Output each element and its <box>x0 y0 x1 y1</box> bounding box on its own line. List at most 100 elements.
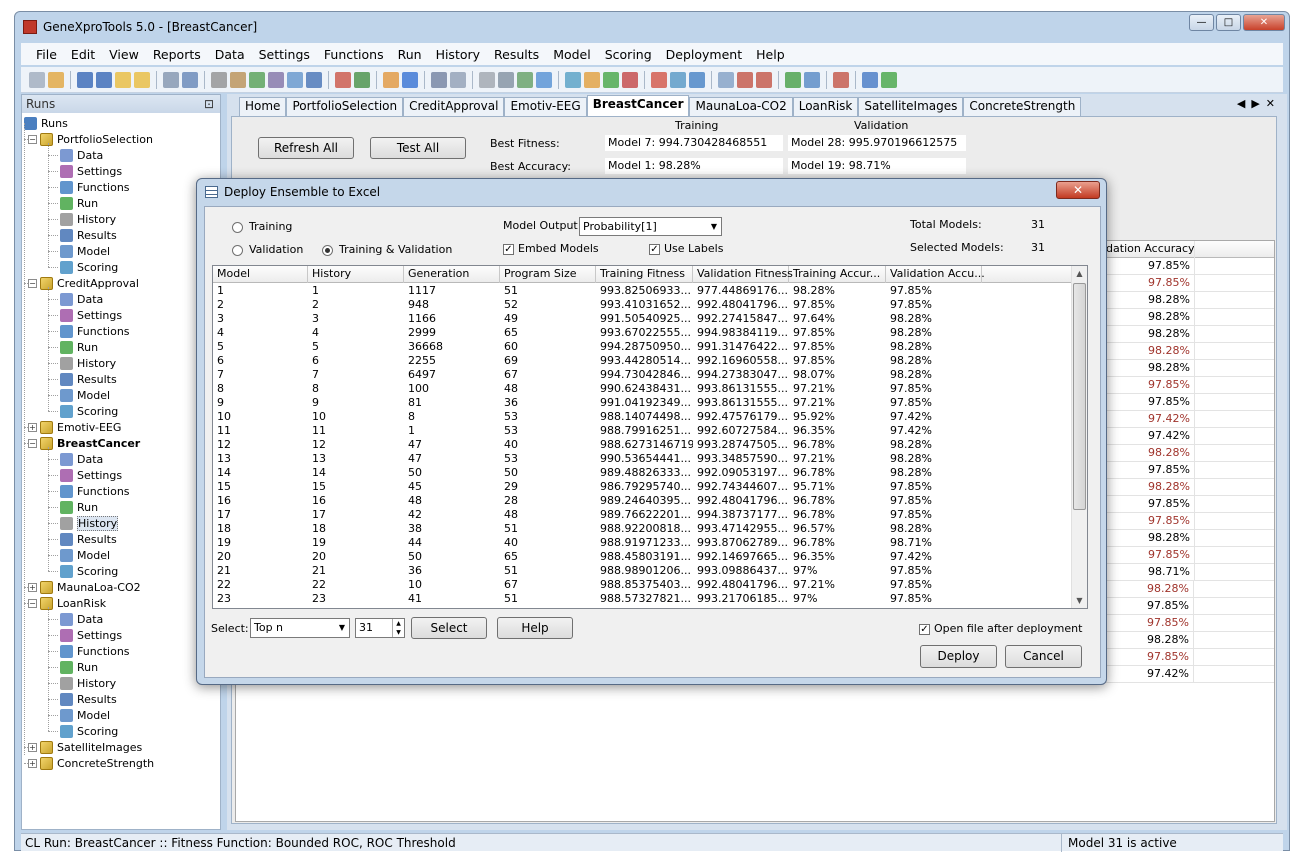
menu-item-functions[interactable]: Functions <box>317 47 391 62</box>
use-labels-checkbox[interactable]: ✓ Use Labels <box>649 242 723 255</box>
tree-item-portfolioselection-data[interactable]: Data <box>60 147 103 163</box>
toolbar-tool-icon[interactable] <box>211 71 227 88</box>
menu-item-help[interactable]: Help <box>749 47 792 62</box>
grid-column-header[interactable]: Generation <box>404 266 500 283</box>
tree-item-portfolioselection-history[interactable]: History <box>60 211 116 227</box>
toolbar-tool-icon[interactable] <box>182 71 198 88</box>
menu-item-deployment[interactable]: Deployment <box>659 47 749 62</box>
tree-item-creditapproval-functions[interactable]: Functions <box>60 323 130 339</box>
toolbar-tool-icon[interactable] <box>833 71 849 88</box>
pin-icon[interactable]: ⊡ <box>204 95 214 113</box>
grid-row[interactable]: 20 20 50 65 988.45803191... 992.14697665... 96… <box>213 550 1073 564</box>
grid-row[interactable]: 16 16 48 28 989.24640395... 992.48041796... 96… <box>213 494 1073 508</box>
close-button[interactable]: ✕ <box>1243 14 1285 31</box>
tab-emotiv-eeg[interactable]: Emotiv-EEG <box>504 97 587 116</box>
tree-item-breastcancer-results[interactable]: Results <box>60 531 117 547</box>
toolbar-tool-icon[interactable] <box>134 71 150 88</box>
toolbar-tool-icon[interactable] <box>565 71 581 88</box>
tree-item-breastcancer-settings[interactable]: Settings <box>60 467 122 483</box>
tree-item-loanrisk-model[interactable]: Model <box>60 707 110 723</box>
open-file-check-icon[interactable]: ✓ <box>919 623 930 635</box>
embed-models-checkbox[interactable]: ✓ Embed Models <box>503 242 599 255</box>
dialog-close-button[interactable]: ✕ <box>1056 181 1100 199</box>
grid-column-header[interactable]: Training Fitness <box>596 266 693 283</box>
tab-creditapproval[interactable]: CreditApproval <box>403 97 505 116</box>
toolbar-tool-icon[interactable] <box>536 71 552 88</box>
tree-item-breastcancer-data[interactable]: Data <box>60 451 103 467</box>
scroll-down-icon[interactable]: ▼ <box>1072 593 1087 608</box>
grid-row[interactable]: 9 9 81 36 991.04192349... 993.86131555... 97.2… <box>213 396 1073 410</box>
tree-item-creditapproval-model[interactable]: Model <box>60 387 110 403</box>
run-node-maunaloa-co2[interactable]: + MaunaLoa-CO2 <box>28 579 141 595</box>
tree-item-loanrisk-data[interactable]: Data <box>60 611 103 627</box>
tab-home[interactable]: Home <box>239 97 287 116</box>
model-output-dropdown[interactable]: Probability[1] ▼ <box>579 217 722 236</box>
tree-item-loanrisk-history[interactable]: History <box>60 675 116 691</box>
scroll-up-icon[interactable]: ▲ <box>1072 266 1087 281</box>
tree-item-breastcancer-run[interactable]: Run <box>60 499 98 515</box>
help-button[interactable]: Help <box>497 617 573 639</box>
tree-item-portfolioselection-settings[interactable]: Settings <box>60 163 122 179</box>
toolbar-tool-icon[interactable] <box>479 71 495 88</box>
toolbar-tool-icon[interactable] <box>96 71 112 88</box>
toolbar-tool-icon[interactable] <box>115 71 131 88</box>
tree-item-portfolioselection-run[interactable]: Run <box>60 195 98 211</box>
tab-concretestrength[interactable]: ConcreteStrength <box>963 97 1082 116</box>
tree-item-portfolioselection-model[interactable]: Model <box>60 243 110 259</box>
tab-navigation[interactable]: ◀▶✕ <box>1237 97 1281 110</box>
tree-item-loanrisk-results[interactable]: Results <box>60 691 117 707</box>
grid-row[interactable]: 21 21 36 51 988.98901206... 993.09886437... 97… <box>213 564 1073 578</box>
tree-item-portfolioselection-functions[interactable]: Functions <box>60 179 130 195</box>
tree-item-creditapproval-settings[interactable]: Settings <box>60 307 122 323</box>
grid-row[interactable]: 23 23 41 51 988.57327821... 993.21706185... 97… <box>213 592 1073 606</box>
grid-row[interactable]: 8 8 100 48 990.62438431... 993.86131555... 97.… <box>213 382 1073 396</box>
toolbar-tool-icon[interactable] <box>230 71 246 88</box>
run-node-breastcancer[interactable]: − BreastCancer <box>28 435 140 451</box>
menu-item-model[interactable]: Model <box>546 47 598 62</box>
menu-item-scoring[interactable]: Scoring <box>598 47 659 62</box>
tab-breastcancer[interactable]: BreastCancer <box>586 95 690 116</box>
grid-row[interactable]: 2 2 948 52 993.41031652... 992.48041796... 97.… <box>213 298 1073 312</box>
toolbar-tool-icon[interactable] <box>651 71 667 88</box>
toolbar-tool-icon[interactable] <box>881 71 897 88</box>
minimize-button[interactable]: — <box>1189 14 1214 31</box>
radio-training-circle[interactable] <box>232 221 243 233</box>
tree-item-creditapproval-history[interactable]: History <box>60 355 116 371</box>
menu-item-run[interactable]: Run <box>391 47 429 62</box>
cancel-button[interactable]: Cancel <box>1005 645 1082 668</box>
collapse-icon[interactable]: − <box>28 598 37 608</box>
toolbar-tool-icon[interactable] <box>804 71 820 88</box>
grid-row[interactable]: 22 22 10 67 988.85375403... 992.48041796... 97… <box>213 578 1073 592</box>
embed-models-check-icon[interactable]: ✓ <box>503 243 514 255</box>
run-node-satelliteimages[interactable]: + SatelliteImages <box>28 739 142 755</box>
toolbar-tool-icon[interactable] <box>268 71 284 88</box>
menu-item-edit[interactable]: Edit <box>64 47 102 62</box>
toolbar-tool-icon[interactable] <box>737 71 753 88</box>
expand-icon[interactable]: + <box>28 742 37 752</box>
tree-item-breastcancer-model[interactable]: Model <box>60 547 110 563</box>
grid-row[interactable]: 14 14 50 50 989.48826333... 992.09053197... 96… <box>213 466 1073 480</box>
tab-portfolioselection[interactable]: PortfolioSelection <box>286 97 404 116</box>
toolbar-tool-icon[interactable] <box>862 71 878 88</box>
expand-icon[interactable]: + <box>28 422 37 432</box>
tree-item-portfolioselection-results[interactable]: Results <box>60 227 117 243</box>
toolbar-tool-icon[interactable] <box>450 71 466 88</box>
run-node-concretestrength[interactable]: + ConcreteStrength <box>28 755 154 771</box>
toolbar-tool-icon[interactable] <box>498 71 514 88</box>
collapse-icon[interactable]: − <box>28 278 37 288</box>
radio-validation-circle[interactable] <box>232 244 243 256</box>
toolbar-tool-icon[interactable] <box>77 71 93 88</box>
grid-row[interactable]: 10 10 8 53 988.14074498... 992.47576179... 95.… <box>213 410 1073 424</box>
toolbar-tool-icon[interactable] <box>670 71 686 88</box>
toolbar-tool-icon[interactable] <box>354 71 370 88</box>
run-node-emotiv-eeg[interactable]: + Emotiv-EEG <box>28 419 121 435</box>
grid-row[interactable]: 5 5 36668 60 994.28750950... 991.31476422... 9… <box>213 340 1073 354</box>
radio-training-validation[interactable]: Training & Validation <box>322 243 452 256</box>
grid-row[interactable]: 19 19 44 40 988.91971233... 993.87062789... 96… <box>213 536 1073 550</box>
toolbar-tool-icon[interactable] <box>718 71 734 88</box>
runs-root-label[interactable]: Runs <box>41 117 68 130</box>
toolbar-tool-icon[interactable] <box>785 71 801 88</box>
toolbar-tool-icon[interactable] <box>689 71 705 88</box>
toolbar-tool-icon[interactable] <box>48 71 64 88</box>
toolbar-tool-icon[interactable] <box>383 71 399 88</box>
